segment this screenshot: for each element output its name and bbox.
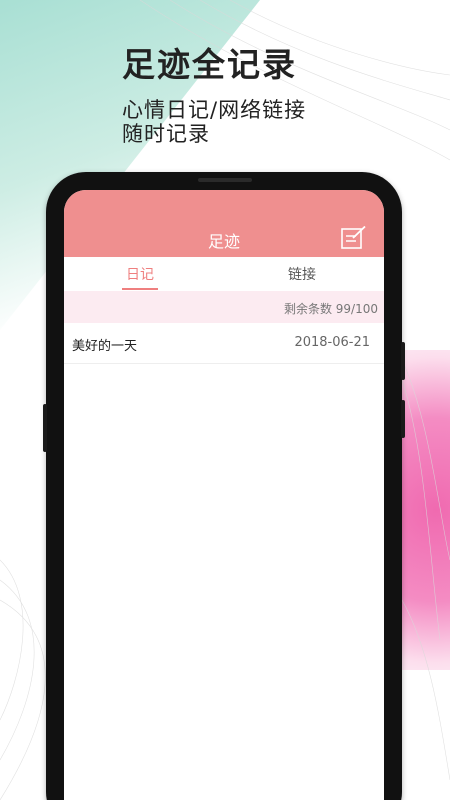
promo-subline-1: 心情日记/网络链接 [122,98,307,122]
phone-side-button [401,400,405,438]
app-title: 足迹 [207,232,240,251]
phone-power-button [401,342,405,380]
promo-subline: 心情日记/网络链接 随时记录 [122,98,306,146]
promo-page: 足迹全记录 心情日记/网络链接 随时记录 足迹 日记 链接 剩余条数 99/10… [0,0,450,800]
entry-date: 2018-06-21 [294,335,370,350]
quota-bar: 剩余条数 99/100 [64,291,384,323]
compose-button[interactable] [341,225,367,250]
app-screen: 足迹 日记 链接 剩余条数 99/100 美好的一天 2018-06-21 [64,190,384,800]
app-header: 足迹 [64,190,384,257]
list-item[interactable]: 美好的一天 2018-06-21 [64,323,384,364]
promo-headline: 足迹全记录 [122,45,297,84]
tab-bar: 日记 链接 [64,257,384,291]
phone-volume-button [43,404,47,452]
tab-links[interactable]: 链接 [262,264,342,284]
promo-subline-2: 随时记录 [122,122,210,146]
phone-frame: 足迹 日记 链接 剩余条数 99/100 美好的一天 2018-06-21 [43,172,405,800]
entry-title: 美好的一天 [72,339,138,354]
remaining-quota-text: 剩余条数 99/100 [283,302,378,316]
tab-diary[interactable]: 日记 [100,264,180,284]
phone-notch [198,178,252,182]
active-tab-indicator [122,288,158,290]
compose-icon [341,225,366,249]
